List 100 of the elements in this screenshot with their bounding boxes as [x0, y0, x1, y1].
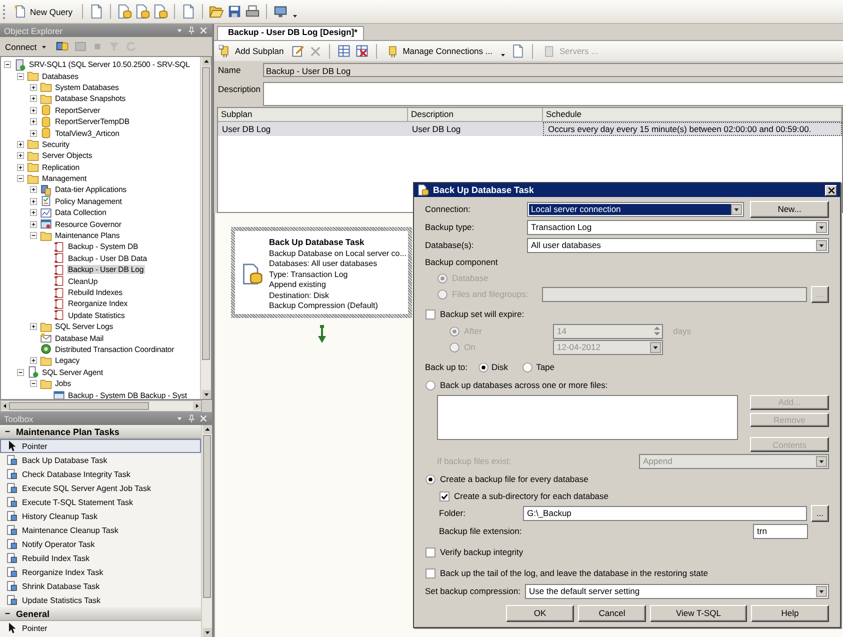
expand-toggle[interactable]	[29, 356, 38, 366]
radio-button[interactable]	[522, 362, 534, 372]
dropdown[interactable]: All user databases	[527, 238, 829, 252]
radio-button[interactable]	[478, 362, 489, 372]
expand-toggle[interactable]	[29, 128, 38, 138]
arrow-right-icon[interactable]	[193, 402, 201, 410]
text-field[interactable]	[263, 82, 843, 106]
button[interactable]: New...	[750, 200, 829, 218]
group-header[interactable]: Maintenance Plan Tasks	[0, 425, 201, 439]
database-document-icon[interactable]	[152, 4, 168, 19]
save-icon[interactable]	[226, 4, 242, 19]
document-icon[interactable]	[180, 4, 196, 19]
new-query-button[interactable]: New Query	[11, 4, 76, 19]
button[interactable]: Cancel	[578, 604, 646, 622]
expand-toggle[interactable]	[16, 368, 25, 377]
button[interactable]: Help	[751, 604, 829, 622]
text-field[interactable]: G:\_Backup	[523, 506, 807, 520]
scroll-thumb[interactable]	[202, 67, 210, 360]
caret-icon[interactable]	[499, 51, 508, 59]
grid-delete-icon[interactable]	[354, 44, 369, 58]
monitor-icon[interactable]	[272, 4, 288, 19]
column-header[interactable]: Description	[408, 108, 543, 122]
expand-toggle[interactable]	[16, 162, 25, 172]
database-icon[interactable]	[56, 40, 69, 53]
arrow-left-icon[interactable]	[1, 402, 9, 410]
printer-icon[interactable]	[244, 4, 260, 19]
toolbox-item[interactable]: History Cleanup Task	[0, 509, 201, 523]
radio-button[interactable]	[425, 474, 436, 484]
expand-toggle[interactable]	[29, 196, 38, 206]
expand-toggle[interactable]	[29, 94, 38, 104]
connector-arrow[interactable]	[318, 325, 326, 343]
text-field[interactable]: trn	[753, 524, 808, 538]
expand-toggle[interactable]	[29, 185, 38, 194]
expand-toggle[interactable]	[29, 106, 38, 115]
table-row[interactable]: User DB Log User DB Log Occurs every day every 15 minute(s) between 02:00:00 and 00:59:00.	[218, 122, 842, 136]
scroll-thumb[interactable]	[9, 402, 149, 410]
toolbar-button[interactable]: Manage Connections ...	[384, 44, 496, 58]
toolbox-item[interactable]: Update Statistics Task	[0, 593, 201, 607]
button[interactable]: ...	[811, 504, 829, 522]
database-document-icon[interactable]	[134, 4, 150, 19]
radio-button[interactable]	[425, 380, 436, 390]
scrollbar[interactable]	[200, 57, 211, 399]
file-list[interactable]	[437, 395, 738, 440]
text-field[interactable]: Backup - User DB Log	[263, 63, 843, 77]
document-icon[interactable]	[88, 4, 104, 19]
database-document-icon[interactable]	[116, 4, 132, 19]
toolbox-item[interactable]: Execute T-SQL Statement Task	[0, 495, 201, 509]
expand-toggle[interactable]	[29, 208, 38, 218]
toolbox-item[interactable]: Back Up Database Task	[0, 453, 201, 467]
toolbox-item[interactable]: Pointer	[0, 621, 201, 635]
arrow-down-icon[interactable]	[202, 628, 212, 637]
dropdown[interactable]: Local server connection	[527, 202, 744, 216]
toolbar-button[interactable]: Add Subplan	[216, 44, 287, 58]
expand-toggle[interactable]	[29, 82, 38, 92]
expand-toggle[interactable]	[29, 379, 38, 388]
document-icon[interactable]	[511, 44, 526, 58]
scrollbar[interactable]	[0, 400, 202, 412]
checkbox[interactable]	[425, 546, 436, 558]
toolbox-item[interactable]: Rebuild Index Task	[0, 551, 201, 565]
text-field[interactable]	[542, 286, 807, 302]
toolbox-item[interactable]: Maintenance Cleanup Task	[0, 523, 201, 537]
arrow-up-icon[interactable]	[202, 57, 210, 66]
grid-icon[interactable]	[336, 44, 351, 58]
expand-toggle[interactable]	[16, 72, 25, 81]
document-tab[interactable]: Backup - User DB Log [Design]*	[217, 26, 364, 40]
checkbox[interactable]	[425, 568, 436, 578]
expand-toggle[interactable]	[29, 231, 38, 240]
expand-toggle[interactable]	[3, 60, 12, 70]
toolbox-item[interactable]: Shrink Database Task	[0, 579, 201, 593]
toolbox-item[interactable]: Pointer	[0, 439, 201, 453]
pin-icon[interactable]	[187, 414, 196, 423]
toolbox-item[interactable]: Check Database Integrity Task	[0, 467, 201, 481]
scroll-thumb[interactable]	[203, 435, 211, 598]
arrow-down-icon[interactable]	[202, 390, 210, 399]
button[interactable]: View T-SQL	[650, 604, 747, 622]
group-header[interactable]: General	[0, 607, 201, 621]
expand-toggle[interactable]	[29, 117, 38, 126]
expand-toggle[interactable]	[16, 151, 25, 160]
scrollbar[interactable]	[201, 425, 212, 637]
dropdown[interactable]: Use the default server setting	[525, 584, 829, 598]
edit-icon[interactable]	[290, 44, 305, 58]
checkbox[interactable]	[425, 308, 436, 320]
expand-toggle[interactable]	[29, 220, 38, 229]
close-button[interactable]	[825, 184, 837, 196]
dropdown[interactable]: Transaction Log	[527, 220, 829, 234]
button[interactable]: OK	[506, 604, 574, 622]
toolbox-item[interactable]: Reorganize Index Task	[0, 565, 201, 579]
column-header[interactable]: Schedule	[543, 108, 842, 122]
close-icon[interactable]	[199, 26, 208, 35]
checkbox[interactable]	[439, 490, 450, 502]
arrow-up-icon[interactable]	[202, 425, 212, 434]
expand-toggle[interactable]	[16, 140, 25, 149]
toolbox-item[interactable]: Execute SQL Server Agent Job Task	[0, 481, 201, 495]
expand-toggle[interactable]	[16, 174, 25, 184]
expand-toggle[interactable]	[29, 322, 38, 332]
column-header[interactable]: Subplan	[218, 108, 408, 122]
toolbox-item[interactable]: Notify Operator Task	[0, 537, 201, 551]
pin-icon[interactable]	[187, 26, 196, 35]
connect-button[interactable]: Connect	[2, 40, 51, 52]
folder-icon[interactable]	[208, 4, 224, 19]
